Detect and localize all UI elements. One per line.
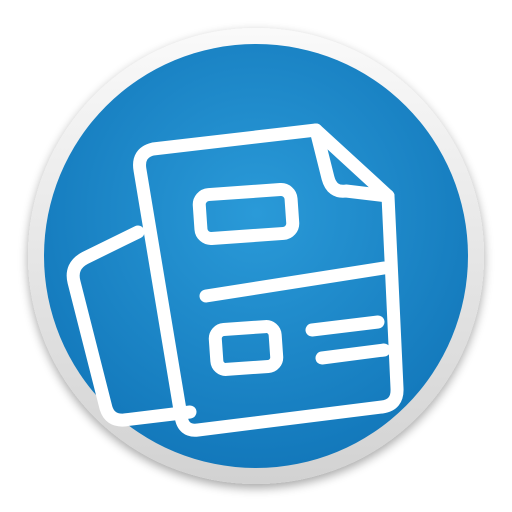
text-line-short-1 xyxy=(305,315,385,337)
app-icon xyxy=(0,0,512,512)
document-pages-icon xyxy=(28,28,484,484)
text-line-short-2 xyxy=(315,343,391,365)
